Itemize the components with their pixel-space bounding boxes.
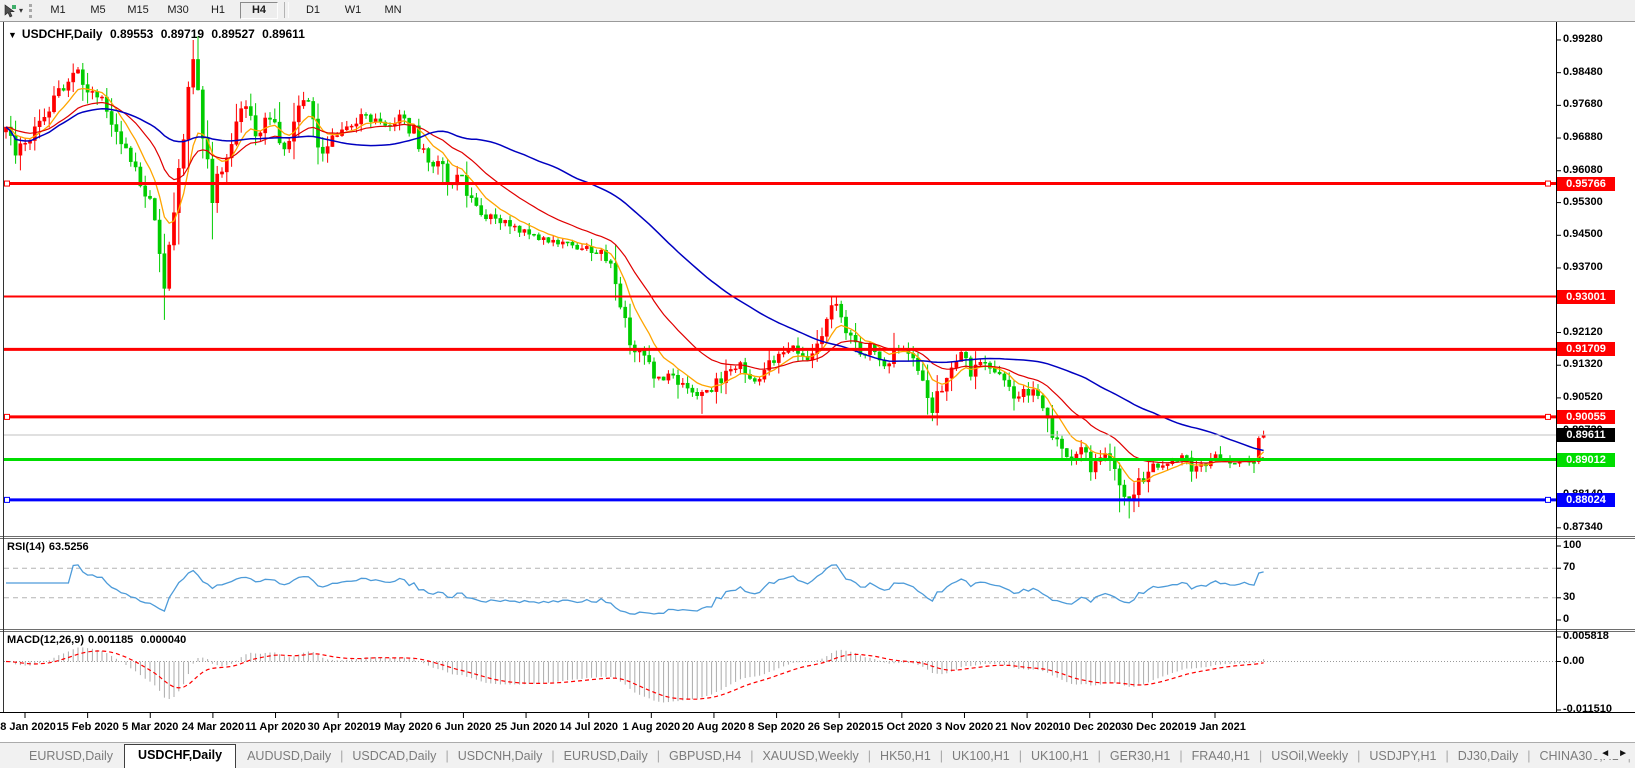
timeframe-button-mn[interactable]: MN (375, 2, 411, 19)
price-tick-label: 0.93700 (1563, 261, 1603, 273)
date-label: 30 Dec 2020 (1121, 721, 1184, 733)
chart-tab-usoil-weekly[interactable]: USOil,Weekly (1262, 746, 1357, 766)
tab-scroll-left-icon[interactable]: ◄ (1600, 748, 1610, 759)
chart-tab-xauusd-weekly[interactable]: XAUUSD,Weekly (753, 746, 867, 766)
chart-title: ▼ USDCHF,Daily 0.89553 0.89719 0.89527 0.… (8, 27, 309, 41)
timeframe-buttons-group: M1M5M15M30H1H4 D1W1MN (38, 2, 413, 19)
date-label: 25 Jun 2020 (495, 721, 557, 733)
timeframe-button-m1[interactable]: M1 (40, 2, 76, 19)
macd-indicator-label: MACD(12,26,9)0.001185 0.000040 (7, 634, 190, 646)
price-tick-label: 0.92120 (1563, 326, 1603, 338)
chart-tab-ger30-h1[interactable]: GER30,H1 (1101, 746, 1179, 766)
chart-tab-uk100-h1[interactable]: UK100,H1 (1022, 746, 1098, 766)
price-tick-label: 0.99280 (1563, 33, 1603, 45)
timeframe-button-h4[interactable]: H4 (240, 2, 278, 19)
chart-tab-eurusd-daily[interactable]: EURUSD,Daily (20, 746, 122, 766)
level-price-badge: 0.89012 (1557, 453, 1615, 467)
chart-tab-eurusd-daily[interactable]: EURUSD,Daily (555, 746, 657, 766)
timeframe-button-m5[interactable]: M5 (80, 2, 116, 19)
macd-tick-label: -0.011510 (1563, 703, 1612, 715)
date-label: 28 Jan 2020 (0, 721, 56, 733)
collapse-indicator-icon[interactable]: ▼ (8, 30, 17, 40)
chart-tab-uk100-h1[interactable]: UK100,H1 (943, 746, 1019, 766)
date-label: 8 Sep 2020 (748, 721, 805, 733)
date-label: 19 May 2020 (369, 721, 433, 733)
date-label: 20 Aug 2020 (682, 721, 746, 733)
timeframe-button-d1[interactable]: D1 (295, 2, 331, 19)
tab-scroll-right-icon[interactable]: ► (1618, 748, 1628, 759)
timeframe-toolbar: ▾ M1M5M15M30H1H4 D1W1MN (0, 0, 1635, 22)
high-value: 0.89719 (161, 27, 204, 41)
rsi-tick-label: 30 (1563, 591, 1575, 603)
rsi-indicator-label: RSI(14)63.5256 (7, 541, 93, 553)
timeframe-button-m30[interactable]: M30 (160, 2, 196, 19)
timeframe-button-w1[interactable]: W1 (335, 2, 371, 19)
current-price-badge: 0.89611 (1557, 428, 1615, 442)
level-price-badge: 0.88024 (1557, 493, 1615, 507)
rsi-value: 63.5256 (49, 541, 89, 553)
date-label: 30 Apr 2020 (307, 721, 368, 733)
chart-tab-usdjpy-h1[interactable]: USDJPY,H1 (1360, 746, 1445, 766)
trading-terminal-window: ▾ M1M5M15M30H1H4 D1W1MN ▼ USDCHF,Daily 0.8… (0, 0, 1635, 768)
timeframe-button-h1[interactable]: H1 (200, 2, 236, 19)
macd-main-value: 0.001185 (88, 634, 133, 646)
cursor-dropdown-icon[interactable]: ▾ (19, 6, 23, 15)
macd-signal-value: 0.000040 (140, 634, 186, 646)
toolbar-separator (284, 2, 289, 18)
date-label: 26 Sep 2020 (808, 721, 871, 733)
chart-tab-hk50-h1[interactable]: HK50,H1 (871, 746, 940, 766)
chart-tab-audusd-daily[interactable]: AUDUSD,Daily (238, 746, 340, 766)
crosshair-cursor-icon[interactable] (1, 3, 19, 19)
date-label: 15 Oct 2020 (871, 721, 932, 733)
date-label: 14 Jul 2020 (559, 721, 618, 733)
date-label: 21 Nov 2020 (995, 721, 1059, 733)
date-label: 5 Mar 2020 (122, 721, 178, 733)
toolbar-grip-handle[interactable] (29, 4, 32, 18)
date-label: 1 Aug 2020 (622, 721, 680, 733)
price-tick-label: 0.90520 (1563, 391, 1603, 403)
price-tick-label: 0.96880 (1563, 131, 1603, 143)
price-tick-label: 0.96080 (1563, 164, 1603, 176)
symbol-period-label: USDCHF,Daily (22, 27, 103, 41)
date-label: 10 Dec 2020 (1058, 721, 1121, 733)
open-value: 0.89553 (110, 27, 153, 41)
level-price-badge: 0.93001 (1557, 290, 1615, 304)
timeframe-button-m15[interactable]: M15 (120, 2, 156, 19)
close-value: 0.89611 (262, 27, 305, 41)
low-value: 0.89527 (211, 27, 254, 41)
chart-tab-bar: EURUSD,DailyUSDCHF,DailyAUDUSD,Daily|USD… (0, 742, 1635, 768)
level-price-badge: 0.90055 (1557, 410, 1615, 424)
chart-tab-usdcad-daily[interactable]: USDCAD,Daily (343, 746, 445, 766)
price-tick-label: 0.97680 (1563, 98, 1603, 110)
chart-canvas[interactable] (0, 0, 1635, 768)
price-tick-label: 0.95300 (1563, 196, 1603, 208)
date-label: 11 Apr 2020 (245, 721, 306, 733)
level-price-badge: 0.95766 (1557, 177, 1615, 191)
rsi-tick-label: 100 (1563, 539, 1581, 551)
date-label: 6 Jun 2020 (435, 721, 491, 733)
rsi-tick-label: 70 (1563, 561, 1575, 573)
chart-tab-gbpusd-h4[interactable]: GBPUSD,H4 (660, 746, 750, 766)
tab-scroll-arrows: ◄► (1592, 748, 1632, 759)
date-label: 15 Feb 2020 (56, 721, 118, 733)
chart-tab-fra40-h1[interactable]: FRA40,H1 (1183, 746, 1259, 766)
price-tick-label: 0.91320 (1563, 358, 1603, 370)
date-label: 24 Mar 2020 (182, 721, 244, 733)
chart-tab-dj30-daily[interactable]: DJ30,Daily (1449, 746, 1527, 766)
price-tick-label: 0.87340 (1563, 521, 1603, 533)
date-label: 3 Nov 2020 (936, 721, 993, 733)
price-tick-label: 0.94500 (1563, 228, 1603, 240)
price-tick-label: 0.98480 (1563, 66, 1603, 78)
chart-tab-usdcnh-daily[interactable]: USDCNH,Daily (449, 746, 552, 766)
level-price-badge: 0.91709 (1557, 342, 1615, 356)
macd-tick-label: 0.00 (1563, 655, 1584, 667)
macd-tick-label: 0.005818 (1563, 630, 1609, 642)
date-label: 19 Jan 2021 (1184, 721, 1246, 733)
rsi-tick-label: 0 (1563, 613, 1569, 625)
chart-tab-usdchf-daily[interactable]: USDCHF,Daily (124, 744, 236, 768)
